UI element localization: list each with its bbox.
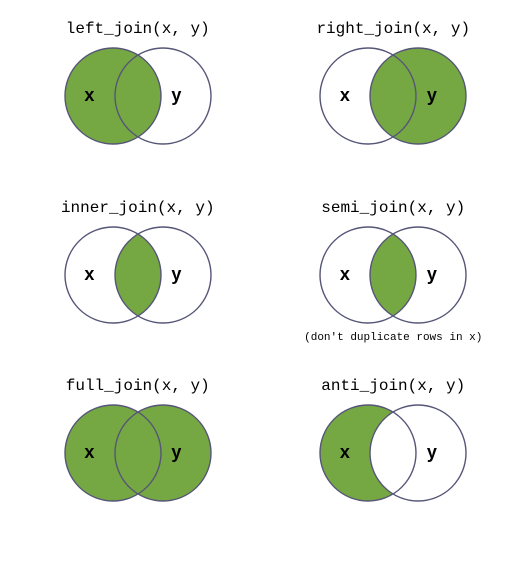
venn-left-join: xy (53, 44, 223, 149)
label-y: y (427, 85, 437, 106)
venn-semi-join: xy (308, 223, 478, 328)
label-y: y (171, 264, 181, 285)
title-anti-join: anti_join(x, y) (321, 377, 465, 395)
label-x: x (84, 264, 94, 285)
label-x: x (84, 85, 94, 106)
cell-left-join: left_join(x, y) xy (10, 20, 266, 199)
venn-grid: left_join(x, y) xy right_join(x, y) xy i… (0, 0, 531, 586)
title-full-join: full_join(x, y) (66, 377, 210, 395)
label-y: y (171, 85, 181, 106)
cell-inner-join: inner_join(x, y) xy (10, 199, 266, 378)
title-right-join: right_join(x, y) (316, 20, 470, 38)
label-y: y (171, 442, 181, 463)
label-x: x (84, 442, 94, 463)
cell-full-join: full_join(x, y) xy (10, 377, 266, 556)
label-x: x (340, 264, 350, 285)
title-inner-join: inner_join(x, y) (61, 199, 215, 217)
venn-anti-join: xy (308, 401, 478, 506)
venn-inner-join: xy (53, 223, 223, 328)
title-left-join: left_join(x, y) (66, 20, 210, 38)
venn-full-join: xy (53, 401, 223, 506)
cell-semi-join: semi_join(x, y) xy (don't duplicate rows… (266, 199, 522, 378)
label-x: x (340, 85, 350, 106)
label-y: y (427, 442, 437, 463)
title-semi-join: semi_join(x, y) (321, 199, 465, 217)
venn-right-join: xy (308, 44, 478, 149)
subtitle-semi-join: (don't duplicate rows in x) (304, 332, 482, 344)
label-x: x (340, 442, 350, 463)
cell-right-join: right_join(x, y) xy (266, 20, 522, 199)
label-y: y (427, 264, 437, 285)
cell-anti-join: anti_join(x, y) xy (266, 377, 522, 556)
